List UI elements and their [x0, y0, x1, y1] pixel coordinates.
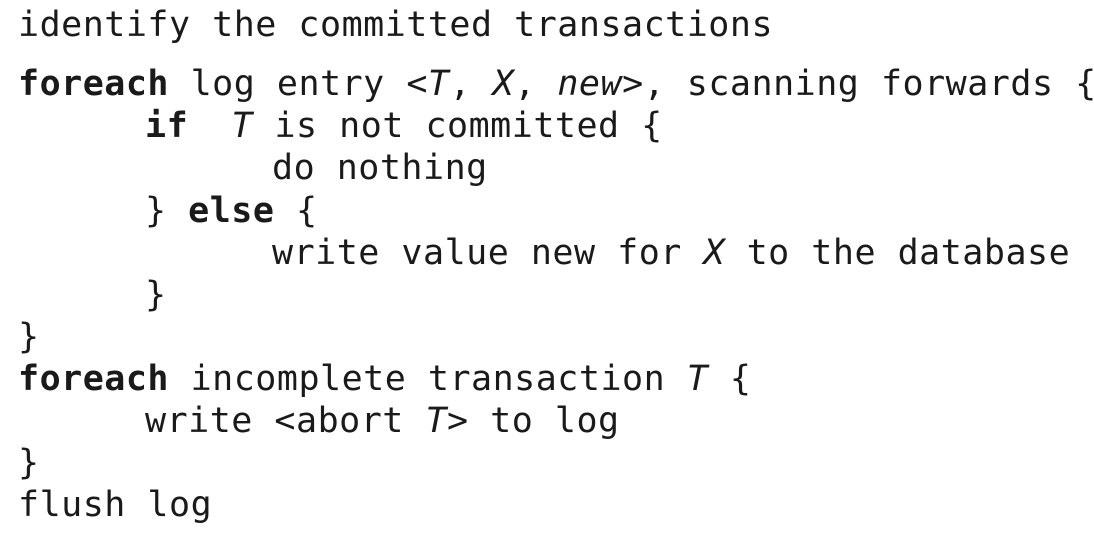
variable: new — [557, 64, 623, 104]
variable: T — [427, 64, 450, 104]
code-text: write <abort — [145, 401, 426, 441]
line-foreach-incomplete: foreach incomplete transaction T { — [18, 358, 751, 400]
line-close-foreach-1: } — [18, 316, 40, 358]
code-text: } — [18, 317, 40, 357]
line-flush: flush log — [18, 484, 212, 526]
code-text: incomplete transaction — [169, 359, 687, 399]
variable: X — [703, 233, 726, 273]
line-identify: identify the committed transactions — [18, 4, 773, 46]
keyword: foreach — [18, 64, 170, 104]
code-text: do nothing — [272, 148, 488, 188]
code-text: write value new for — [272, 233, 704, 273]
code-text: } — [18, 443, 40, 483]
code-text: >, scanning forwards { — [622, 64, 1094, 104]
keyword: foreach — [18, 359, 170, 399]
line-foreach-log: foreach log entry <T, X, new>, scanning … — [18, 63, 1094, 105]
line-else: } else { — [145, 190, 318, 232]
code-text: is not committed { — [252, 106, 663, 146]
code-text: log entry — [169, 64, 407, 104]
keyword: if — [145, 106, 189, 146]
code-text: } — [145, 275, 167, 315]
line-do-nothing: do nothing — [272, 147, 488, 189]
line-close-foreach-2: } — [18, 442, 40, 484]
variable: X — [492, 64, 515, 104]
code-text: identify the committed transactions — [18, 5, 774, 45]
code-text: > to log — [447, 401, 620, 441]
line-write-value: write value new for X to the database — [272, 232, 1070, 274]
variable: T — [425, 401, 448, 441]
line-write-abort: write <abort T> to log — [145, 400, 620, 442]
code-text: } — [145, 191, 189, 231]
line-close-if: } — [145, 274, 167, 316]
variable: T — [686, 359, 709, 399]
code-text: , — [449, 64, 493, 104]
variable: T — [231, 106, 253, 146]
code-text: < — [406, 64, 428, 104]
code-text: { — [274, 191, 318, 231]
line-if: if T is not committed { — [145, 105, 663, 147]
code-text: , — [514, 64, 558, 104]
keyword: else — [188, 191, 275, 231]
code-text: to the database — [725, 233, 1071, 273]
code-text: { — [708, 359, 752, 399]
code-text: flush log — [18, 485, 213, 525]
